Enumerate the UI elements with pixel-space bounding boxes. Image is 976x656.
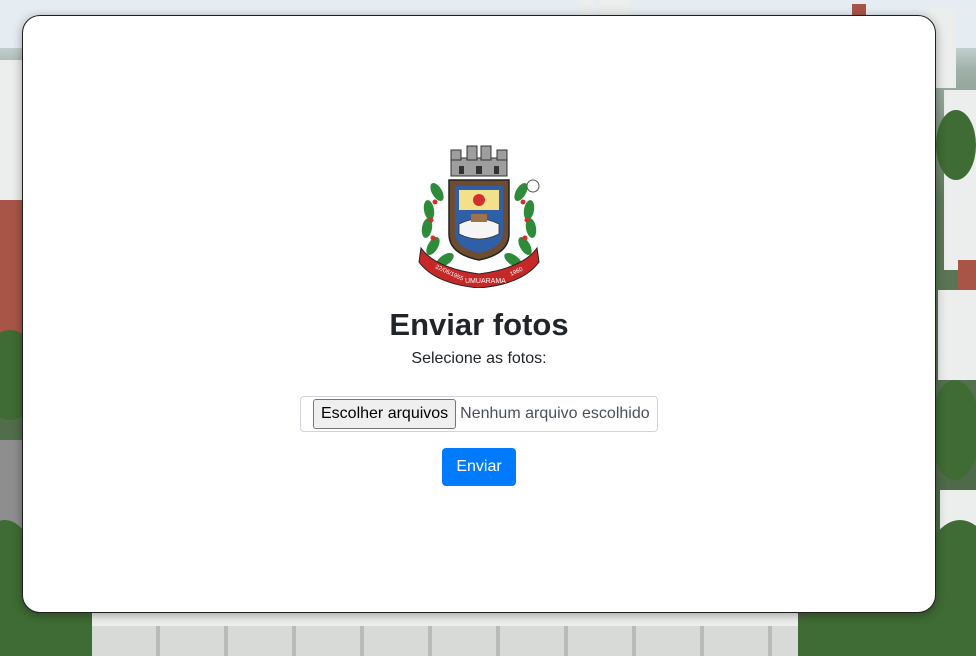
municipal-coat-of-arms-icon: 22/06/1955 UMUARAMA 1960 [418,145,540,288]
choose-files-button[interactable]: Escolher arquivos [313,399,457,429]
file-input[interactable]: Escolher arquivos Nenhum arquivo escolhi… [300,396,658,432]
upload-card: 22/06/1955 UMUARAMA 1960 Enviar fotos Se… [22,15,936,613]
file-status-text: Nenhum arquivo escolhido [460,405,650,422]
page-title: Enviar fotos [389,307,569,342]
submit-button[interactable]: Enviar [442,448,516,486]
page-subtitle: Selecione as fotos: [411,350,547,367]
upload-form: 22/06/1955 UMUARAMA 1960 Enviar fotos Se… [23,144,935,486]
svg-text:UMUARAMA: UMUARAMA [465,278,506,285]
